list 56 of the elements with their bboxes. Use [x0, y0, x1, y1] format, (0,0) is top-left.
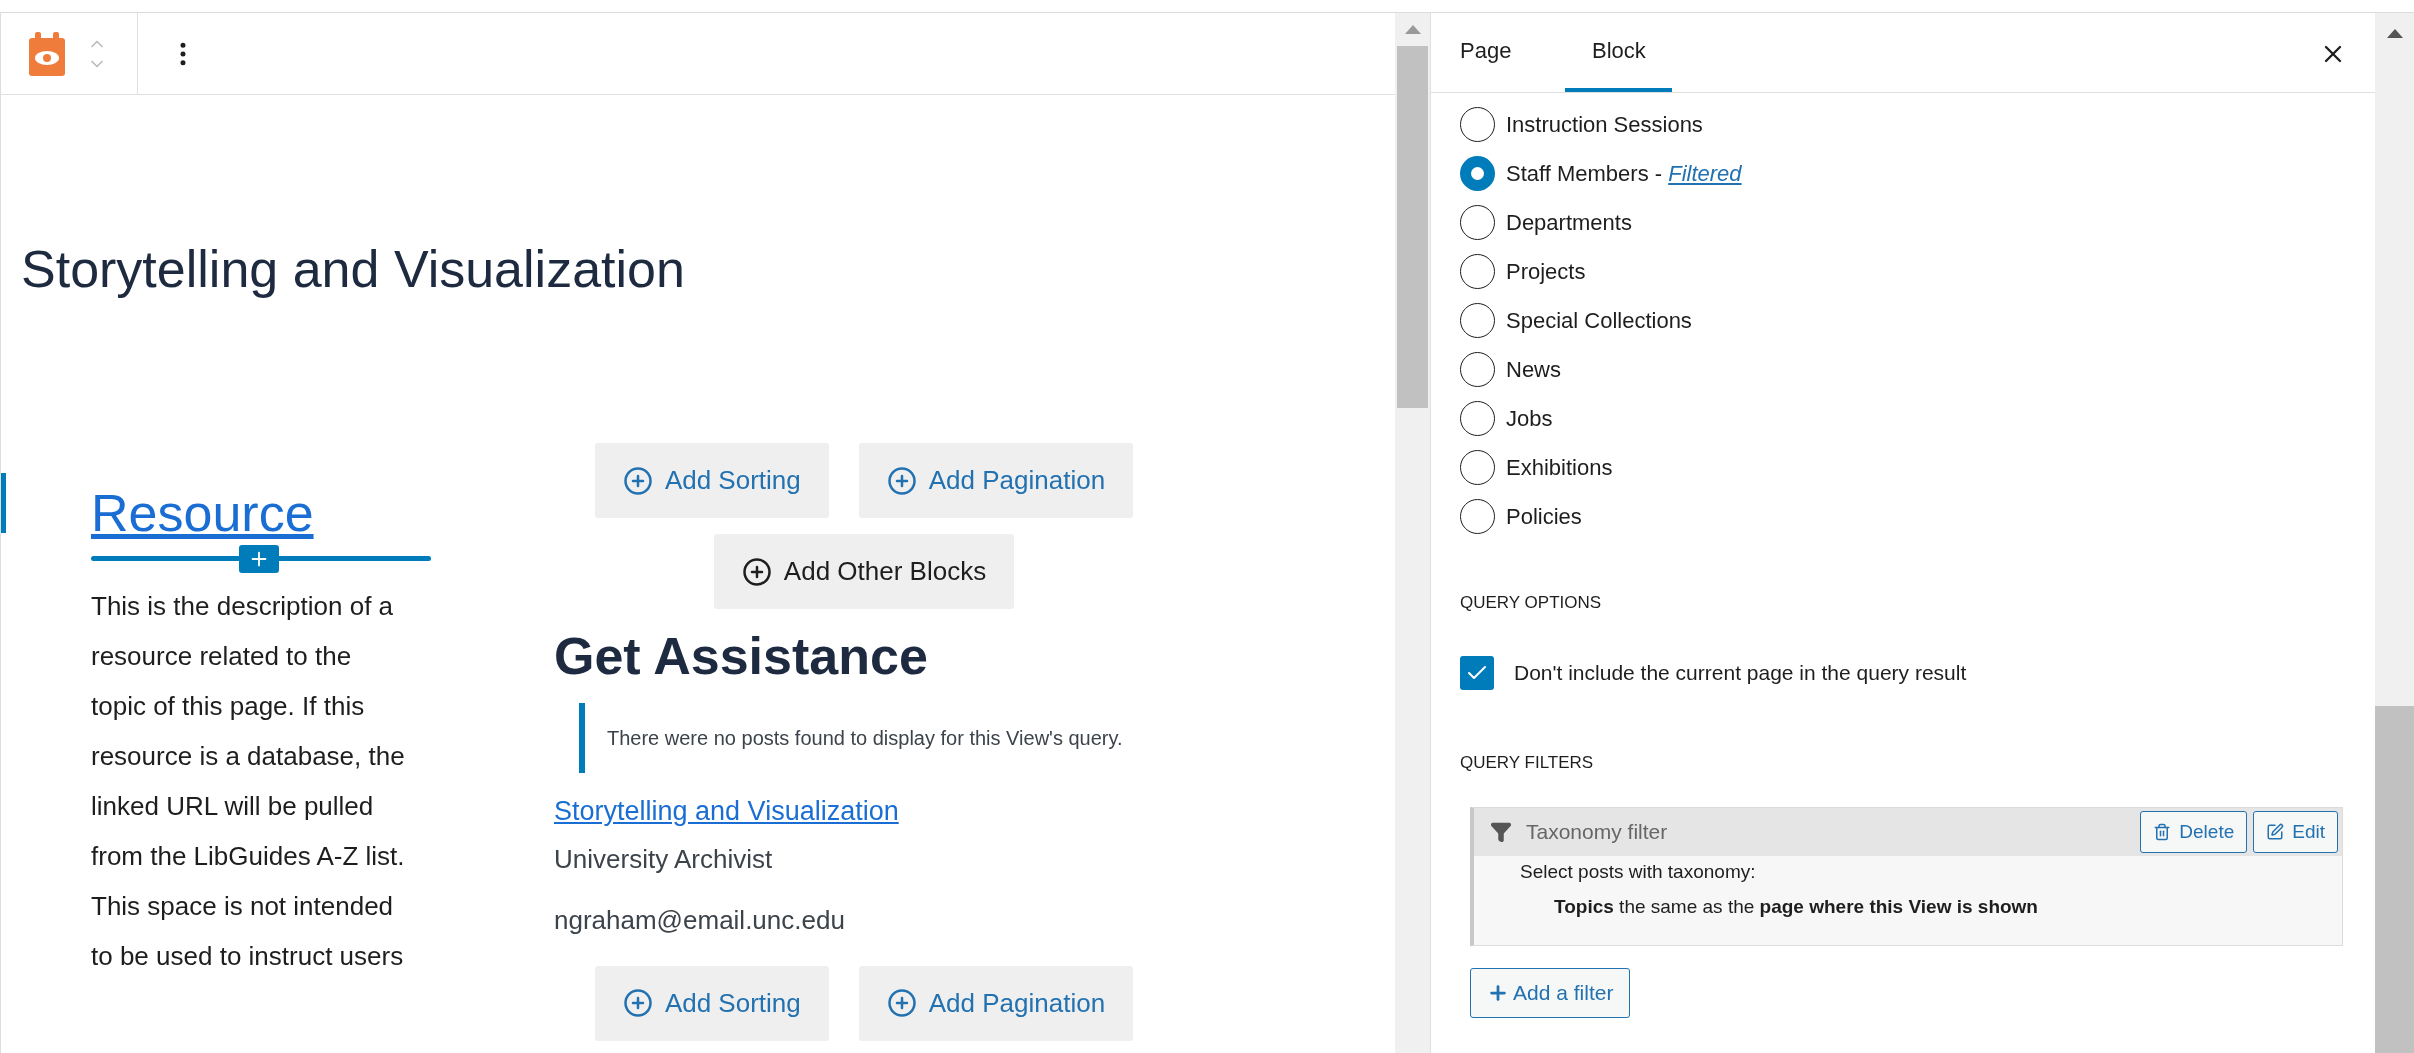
- radio-label: Instruction Sessions: [1506, 111, 1703, 139]
- plus-circle-icon: [886, 988, 917, 1018]
- radio-label: Projects: [1506, 258, 1586, 286]
- scrollbar[interactable]: [2375, 13, 2414, 1053]
- scrollbar[interactable]: [1395, 13, 1430, 1053]
- radio-label: Staff Members -: [1506, 160, 1664, 188]
- description-line: topic of this page. If this: [91, 690, 366, 723]
- edit-icon: [2266, 823, 2285, 841]
- radio-button[interactable]: [1460, 156, 1495, 191]
- section-heading: QUERY OPTIONS: [1459, 592, 1603, 614]
- add-block-button[interactable]: Add Pagination: [858, 443, 1134, 518]
- filter-description: Select posts with taxonomy:: [1519, 860, 1757, 884]
- description-line: resource is a database, the: [91, 740, 406, 773]
- add-block-button[interactable]: Add Sorting: [594, 443, 829, 518]
- section-heading: Get Assistance: [554, 626, 929, 687]
- page-title: Storytelling and Visualization: [21, 239, 686, 300]
- description-line: from the LibGuides A-Z list.: [91, 840, 406, 873]
- resource-link[interactable]: Resource: [91, 483, 314, 543]
- filter-condition: Topics the same as the page where this View is shown: [1553, 894, 2039, 919]
- plus-circle-icon: [741, 556, 772, 587]
- add-block-button[interactable]: [239, 545, 279, 573]
- add-block-button[interactable]: Add Sorting: [594, 965, 829, 1041]
- section-heading: QUERY FILTERS: [1459, 751, 1595, 774]
- calendar-eye-icon[interactable]: [29, 31, 65, 76]
- plus-circle-icon: [886, 465, 917, 496]
- staff-email: ngraham@email.unc.edu: [554, 903, 846, 937]
- description-line: This space is not intended: [91, 890, 395, 923]
- edit-button[interactable]: Edit: [2253, 811, 2338, 853]
- radio-label: Special Collections: [1506, 307, 1692, 335]
- radio-label: Exhibitions: [1506, 454, 1613, 482]
- staff-link[interactable]: Storytelling and Visualization: [554, 791, 899, 832]
- notice-text: There were no posts found to display for this View's query.: [607, 726, 1124, 751]
- staff-title: University Archivist: [554, 842, 774, 876]
- filtered-link[interactable]: Filtered: [1668, 157, 1742, 190]
- plus-circle-icon: [622, 465, 653, 496]
- delete-button[interactable]: Delete: [2140, 811, 2248, 853]
- radio-label: Jobs: [1506, 405, 1553, 433]
- sidebar-tab[interactable]: Page: [1460, 13, 1512, 92]
- plus-circle-icon: [622, 988, 653, 1018]
- checkbox[interactable]: [1460, 655, 1494, 690]
- sidebar-tab[interactable]: Block: [1565, 13, 1673, 92]
- radio-label: Policies: [1506, 503, 1582, 531]
- filter-icon: [1490, 821, 1512, 843]
- add-filter-button[interactable]: Add a filter: [1470, 968, 1631, 1018]
- trash-icon: [2153, 823, 2172, 841]
- description-line: resource related to the: [91, 640, 353, 673]
- add-block-button[interactable]: Add Other Blocks: [713, 534, 1015, 609]
- radio-label: News: [1506, 356, 1561, 384]
- checkbox-label: Don't include the current page in the query result: [1514, 659, 1967, 686]
- description-line: to be used to instruct users: [91, 940, 405, 973]
- plus-icon: [1487, 982, 1509, 1004]
- add-block-button[interactable]: Add Pagination: [858, 965, 1134, 1041]
- description-line: linked URL will be pulled: [91, 790, 375, 823]
- filter-title: Taxonomy filter: [1526, 819, 1668, 846]
- description-line: This is the description of a: [91, 590, 395, 623]
- radio-label: Departments: [1506, 209, 1632, 237]
